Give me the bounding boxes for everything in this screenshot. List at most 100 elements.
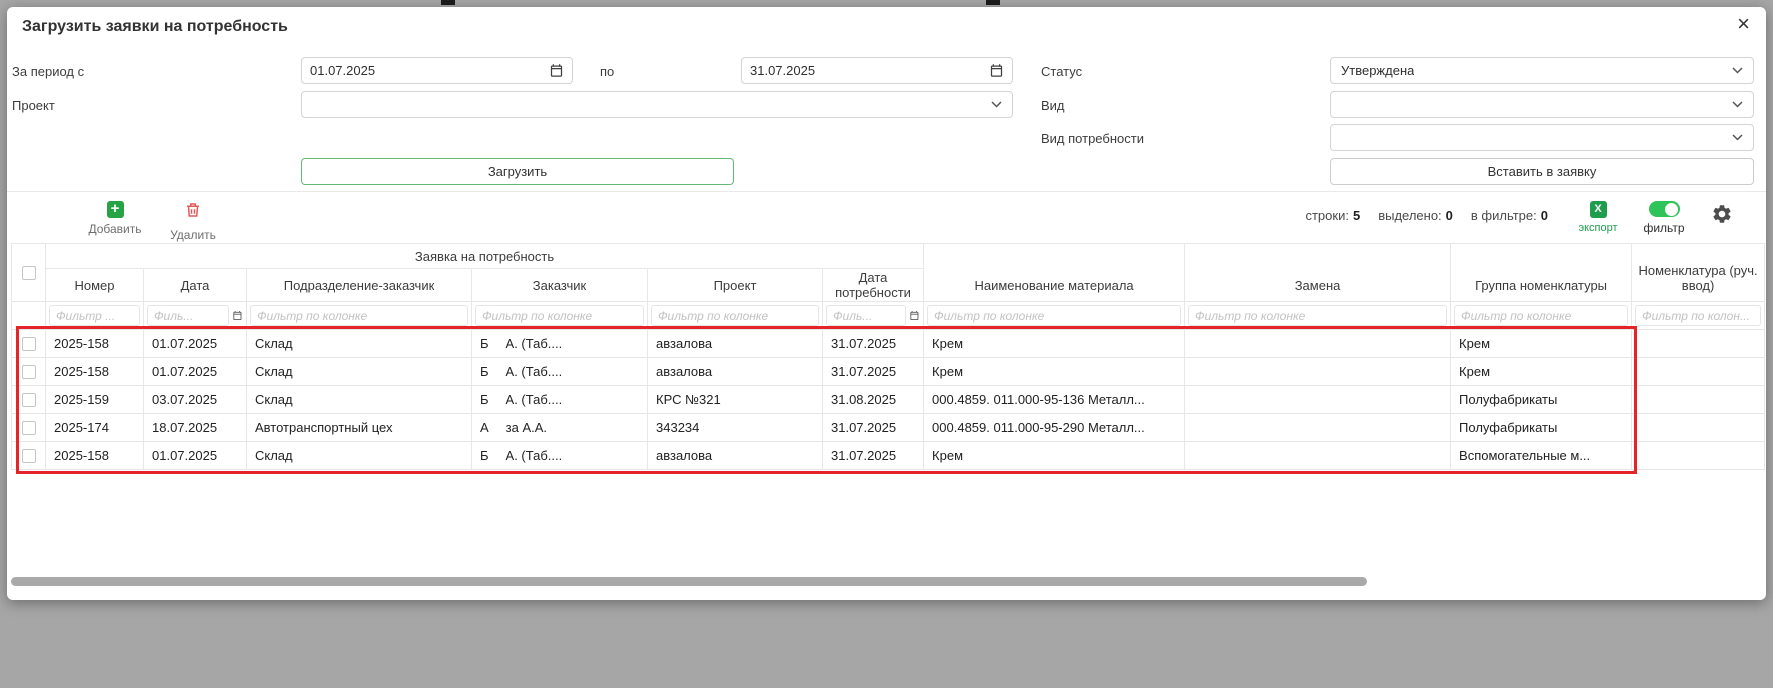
column-header-need-date[interactable]: Дата потребности (823, 269, 924, 302)
column-header-nomenclature[interactable]: Номенклатура (руч. ввод) (1632, 244, 1765, 302)
replacement-cell (1185, 386, 1451, 414)
filter-input-replacement[interactable] (1188, 305, 1447, 326)
filter-input-material[interactable] (927, 305, 1181, 326)
replacement-cell (1185, 414, 1451, 442)
number-cell: 2025-158 (46, 358, 144, 386)
grid-stats: строки:5 выделено:0 в фильтре:0 (1305, 208, 1548, 223)
material-cell: Крем (924, 442, 1185, 470)
customer-cell: БА. (Таб.... (472, 442, 648, 470)
calendar-icon[interactable] (909, 309, 920, 322)
calendar-icon[interactable] (549, 63, 564, 78)
filter-input-nomenclature[interactable] (1635, 305, 1761, 326)
filter-input-project[interactable] (651, 305, 819, 326)
number-cell: 2025-158 (46, 330, 144, 358)
department-cell: Склад (247, 386, 472, 414)
table-row[interactable]: 2025-174 18.07.2025 Автотранспортный цех… (12, 414, 1765, 442)
period-to-value[interactable] (750, 63, 989, 78)
row-checkbox[interactable] (22, 337, 36, 351)
replacement-cell (1185, 330, 1451, 358)
chevron-down-icon (1732, 101, 1743, 108)
project-select[interactable] (301, 91, 1013, 118)
filter-toggle[interactable]: фильтр (1639, 201, 1689, 235)
material-cell: Крем (924, 358, 1185, 386)
chevron-down-icon (1732, 134, 1743, 141)
nomenclature-cell (1632, 442, 1765, 470)
export-button[interactable]: X экспорт (1573, 201, 1623, 234)
load-requests-dialog: Загрузить заявки на потребность × За пер… (7, 7, 1766, 600)
kind-select[interactable] (1330, 91, 1754, 118)
project-cell: авзалова (648, 330, 823, 358)
table-row[interactable]: 2025-158 01.07.2025 Склад БА. (Таб.... а… (12, 442, 1765, 470)
kind-label: Вид (1041, 98, 1065, 113)
select-all-checkbox[interactable] (22, 266, 36, 280)
calendar-icon[interactable] (989, 63, 1004, 78)
replacement-cell (1185, 442, 1451, 470)
close-button[interactable]: × (1737, 13, 1750, 35)
date-cell: 01.07.2025 (144, 442, 247, 470)
project-cell: КРС №321 (648, 386, 823, 414)
material-cell: Крем (924, 330, 1185, 358)
load-button[interactable]: Загрузить (301, 158, 734, 185)
column-header-project[interactable]: Проект (648, 269, 823, 302)
filter-input-department[interactable] (250, 305, 468, 326)
row-checkbox[interactable] (22, 393, 36, 407)
period-to-label: по (600, 64, 614, 79)
need-date-cell: 31.07.2025 (823, 414, 924, 442)
filter-cell-department (247, 302, 472, 330)
period-from-value[interactable] (310, 63, 549, 78)
status-select[interactable]: Утверждена (1330, 57, 1754, 84)
calendar-icon[interactable] (232, 309, 243, 322)
table-row[interactable]: 2025-158 01.07.2025 Склад БА. (Таб.... а… (12, 358, 1765, 386)
replacement-cell (1185, 358, 1451, 386)
add-button[interactable]: + Добавить (83, 201, 147, 236)
filter-input-customer[interactable] (475, 305, 644, 326)
row-checkbox[interactable] (22, 365, 36, 379)
column-header-nomenclature-group[interactable]: Группа номенклатуры (1451, 244, 1632, 302)
status-label: Статус (1041, 64, 1082, 79)
need-kind-select[interactable] (1330, 124, 1754, 151)
backdrop-mark (441, 0, 455, 5)
nomenclature-cell (1632, 386, 1765, 414)
column-header-department[interactable]: Подразделение-заказчик (247, 269, 472, 302)
delete-button-label: Удалить (161, 228, 225, 242)
horizontal-scrollbar-thumb[interactable] (11, 577, 1367, 586)
period-to-input[interactable] (741, 57, 1013, 84)
filter-input-number[interactable] (49, 305, 140, 326)
number-cell: 2025-159 (46, 386, 144, 414)
chevron-down-icon (991, 101, 1002, 108)
period-from-input[interactable] (301, 57, 573, 84)
row-checkbox[interactable] (22, 421, 36, 435)
plus-icon: + (107, 201, 124, 218)
table-row[interactable]: 2025-158 01.07.2025 Склад БА. (Таб.... а… (12, 330, 1765, 358)
column-header-material[interactable]: Наименование материала (924, 244, 1185, 302)
delete-button[interactable]: Удалить (161, 201, 225, 242)
filter-cell-replacement (1185, 302, 1451, 330)
date-cell: 03.07.2025 (144, 386, 247, 414)
add-button-label: Добавить (83, 222, 147, 236)
nomenclature-group-cell: Полуфабрикаты (1451, 414, 1632, 442)
column-header-replacement[interactable]: Замена (1185, 244, 1451, 302)
filter-input-nomenclature-group[interactable] (1454, 305, 1628, 326)
insert-into-request-button[interactable]: Вставить в заявку (1330, 158, 1754, 185)
filter-input-date[interactable] (147, 305, 229, 326)
filter-cell-date (144, 302, 247, 330)
need-date-cell: 31.07.2025 (823, 358, 924, 386)
toggle-on-icon[interactable] (1649, 201, 1680, 217)
requests-table: Заявка на потребность Наименование матер… (11, 243, 1765, 470)
column-header-customer[interactable]: Заказчик (472, 269, 648, 302)
column-header-date[interactable]: Дата (144, 269, 247, 302)
filter-input-need-date[interactable] (826, 305, 906, 326)
nomenclature-group-cell: Вспомогательные м... (1451, 442, 1632, 470)
project-label: Проект (12, 98, 55, 113)
nomenclature-cell (1632, 358, 1765, 386)
gear-icon[interactable] (1711, 203, 1733, 225)
column-header-number[interactable]: Номер (46, 269, 144, 302)
filtered-count: в фильтре:0 (1471, 208, 1548, 223)
department-cell: Склад (247, 330, 472, 358)
row-checkbox[interactable] (22, 449, 36, 463)
filter-cell-nomenclature (1632, 302, 1765, 330)
customer-cell: БА. (Таб.... (472, 386, 648, 414)
nomenclature-group-cell: Крем (1451, 358, 1632, 386)
table-row[interactable]: 2025-159 03.07.2025 Склад БА. (Таб.... К… (12, 386, 1765, 414)
material-cell: 000.4859. 011.000-95-290 Металл... (924, 414, 1185, 442)
